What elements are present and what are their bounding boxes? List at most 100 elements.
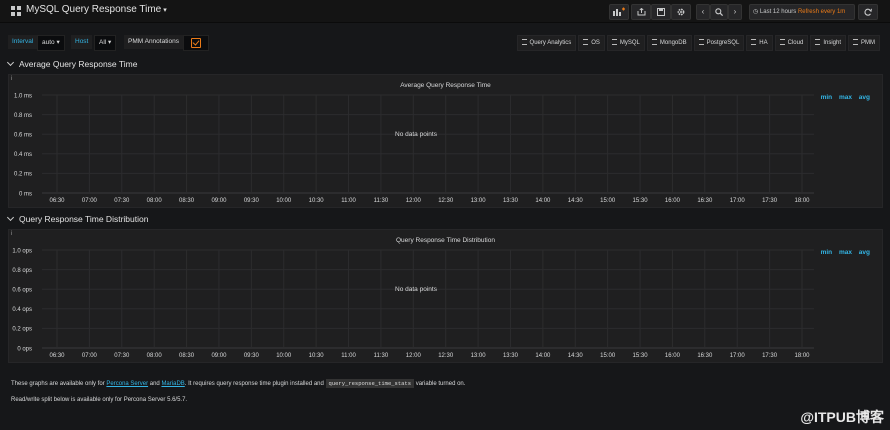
y-tick-label: 0.2 ops <box>12 327 32 333</box>
y-tick-label: 1.0 ops <box>12 248 32 254</box>
x-tick-label: 07:00 <box>82 353 98 359</box>
menu-icon <box>779 39 785 46</box>
dashboard-link-cloud[interactable]: Cloud <box>774 35 809 51</box>
x-tick-label: 09:30 <box>244 198 260 204</box>
refresh-button[interactable] <box>858 4 878 20</box>
x-tick-label: 14:00 <box>535 353 551 359</box>
watermark: @ITPUB博客 <box>800 409 884 425</box>
x-tick-label: 10:30 <box>309 353 325 359</box>
settings-button[interactable] <box>671 4 691 20</box>
x-tick-label: 11:00 <box>341 198 356 204</box>
y-tick-label: 0.8 ms <box>14 113 32 119</box>
save-button[interactable] <box>651 4 671 20</box>
x-tick-label: 11:00 <box>341 353 356 359</box>
chevron-left-icon: ‹ <box>701 7 705 16</box>
caret-down-icon: ▾ <box>56 39 60 46</box>
x-tick-label: 14:30 <box>568 353 584 359</box>
menu-icon <box>815 39 821 46</box>
y-tick-label: 0.6 ms <box>14 133 32 139</box>
interval-select[interactable]: auto ▾ <box>37 35 65 51</box>
footer-note: These graphs are available only for Perc… <box>11 379 466 388</box>
dashboard-link-os[interactable]: OS <box>578 35 605 51</box>
footer-text: and <box>148 381 162 387</box>
row-title-text: Average Query Response Time <box>19 59 138 69</box>
x-tick-label: 12:00 <box>406 353 422 359</box>
dashboard-link-query-analytics[interactable]: Query Analytics <box>516 35 577 51</box>
graph-area[interactable]: 1.0 ms 0.8 ms 0.6 ms 0.4 ms 0.2 ms 0 ms 06:30 0… <box>9 75 882 207</box>
footer-text: variable turned on. <box>414 381 466 387</box>
dashboard-link-label: PostgreSQL <box>706 40 740 46</box>
variable-code: query_response_time_stats <box>325 379 415 388</box>
x-tick-label: 10:30 <box>309 198 325 204</box>
y-tick-label: 1.0 ms <box>14 93 32 99</box>
x-tick-label: 15:00 <box>600 353 616 359</box>
host-value: All <box>99 39 107 46</box>
chevron-down-icon <box>6 213 15 222</box>
x-tick-label: 09:00 <box>211 353 227 359</box>
add-panel-button[interactable] <box>609 4 629 20</box>
x-tick-label: 17:00 <box>730 353 746 359</box>
pmm-annotations-checkbox[interactable] <box>183 35 209 51</box>
menu-icon <box>698 39 704 46</box>
x-tick-label: 07:30 <box>114 353 130 359</box>
x-tick-label: 16:30 <box>697 353 713 359</box>
dashboard-link-mysql[interactable]: MySQL <box>606 35 645 51</box>
caret-down-icon: ▾ <box>108 39 112 46</box>
x-tick-label: 13:00 <box>471 353 487 359</box>
refresh-icon <box>864 8 872 16</box>
dashboard-link-pmm[interactable]: PMM <box>848 35 880 51</box>
x-tick-label: 16:00 <box>665 198 681 204</box>
row-title-average[interactable]: Average Query Response Time <box>6 58 138 69</box>
x-tick-label: 13:00 <box>471 198 487 204</box>
dashboard-link-ha[interactable]: HA <box>746 35 773 51</box>
x-tick-label: 18:00 <box>794 198 810 204</box>
time-forward-button[interactable]: › <box>728 4 742 20</box>
x-tick-label: 15:00 <box>600 198 616 204</box>
time-range-text: Last 12 hours <box>759 9 797 15</box>
x-tick-label: 17:00 <box>730 198 746 204</box>
menu-icon <box>583 39 589 46</box>
dashboard-link-mongodb[interactable]: MongoDB <box>646 35 692 51</box>
dashboard-links: Query Analytics OS MySQL MongoDB PostgreSQL H… <box>516 35 880 51</box>
row-title-distribution[interactable]: Query Response Time Distribution <box>6 213 148 224</box>
dashboard-grid-icon[interactable] <box>11 6 21 16</box>
pmm-annotations-label: PMM Annotations <box>124 35 183 49</box>
chevron-down-icon <box>6 58 15 67</box>
dashboard-title[interactable]: MySQL Query Response Time ▾ <box>26 4 167 15</box>
graph-area[interactable]: 1.0 ops 0.8 ops 0.6 ops 0.4 ops 0.2 ops 0 ops… <box>9 230 882 362</box>
bar-chart-plus-icon <box>613 7 625 16</box>
x-tick-label: 13:30 <box>503 198 519 204</box>
search-icon <box>715 8 724 17</box>
panel-query-response-time-distribution: i Query Response Time Distribution min m… <box>8 229 883 363</box>
x-tick-label: 17:30 <box>762 353 778 359</box>
x-tick-label: 14:30 <box>568 198 584 204</box>
time-picker-button[interactable]: ◷ Last 12 hours Refresh every 1m <box>749 4 855 20</box>
time-back-button[interactable]: ‹ <box>696 4 710 20</box>
x-tick-label: 16:00 <box>665 353 681 359</box>
dashboard-link-label: HA <box>759 40 768 46</box>
gear-icon <box>677 8 685 16</box>
checkmark-icon <box>191 38 201 48</box>
dashboard-title-text: MySQL Query Response Time <box>26 4 162 15</box>
host-select[interactable]: All ▾ <box>94 35 117 51</box>
share-button[interactable] <box>631 4 651 20</box>
y-tick-label: 0 ms <box>19 191 32 197</box>
zoom-out-button[interactable] <box>710 4 728 20</box>
mariadb-link[interactable]: MariaDB <box>161 381 184 387</box>
x-tick-label: 08:30 <box>179 353 195 359</box>
footer-text: . It requires query response time plugin… <box>184 381 326 387</box>
x-tick-label: 15:30 <box>633 198 649 204</box>
interval-label: Interval <box>8 35 38 49</box>
percona-server-link[interactable]: Percona Server <box>106 381 148 387</box>
dashboard-link-postgresql[interactable]: PostgreSQL <box>693 35 745 51</box>
footer-note-2: Read/write split below is available only… <box>11 397 188 403</box>
dashboard-link-label: PMM <box>861 40 875 46</box>
x-tick-label: 10:00 <box>276 198 292 204</box>
x-tick-label: 16:30 <box>697 198 713 204</box>
menu-icon <box>611 39 617 46</box>
dashboard-link-insight[interactable]: Insight <box>810 35 846 51</box>
menu-icon <box>521 39 527 46</box>
dashboard-link-label: Query Analytics <box>529 40 572 46</box>
dashboard-link-label: MongoDB <box>659 40 687 46</box>
x-tick-label: 17:30 <box>762 198 778 204</box>
